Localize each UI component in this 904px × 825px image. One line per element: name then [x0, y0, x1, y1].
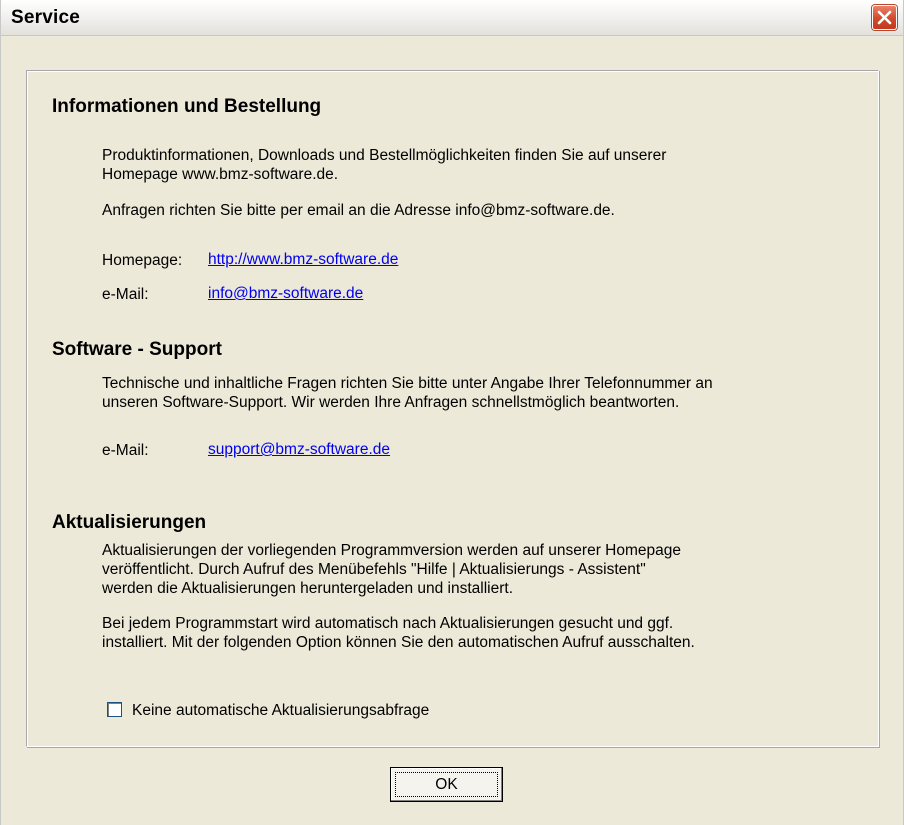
info-text-line3: Anfragen richten Sie bitte per email an …: [102, 202, 615, 219]
info-text-line2: Homepage www.bmz-software.de.: [102, 166, 339, 183]
close-button[interactable]: [872, 5, 897, 30]
service-dialog: Service Informationen und Bestellung Pro…: [0, 0, 904, 825]
ok-button-label: OK: [435, 776, 458, 793]
updates-text-line5: installiert. Mit der folgenden Option kö…: [102, 634, 695, 651]
support-text-line2: unseren Software-Support. Wir werden Ihr…: [102, 394, 680, 411]
updates-heading: Aktualisierungen: [52, 512, 207, 533]
support-text-line1: Technische und inhaltliche Fragen richte…: [102, 375, 713, 392]
updates-text-line4: Bei jedem Programmstart wird automatisch…: [102, 615, 674, 632]
updates-text-line1: Aktualisierungen der vorliegenden Progra…: [102, 542, 681, 559]
homepage-label: Homepage:: [102, 252, 183, 269]
ok-button[interactable]: OK: [390, 767, 503, 802]
info-email-link[interactable]: info@bmz-software.de: [208, 285, 363, 303]
auto-update-checkbox[interactable]: [107, 702, 122, 717]
info-heading: Informationen und Bestellung: [52, 96, 322, 117]
updates-text-line2: veröffentlicht. Durch Aufruf des Menübef…: [102, 561, 646, 578]
support-email-label: e-Mail:: [102, 442, 149, 459]
support-email-link[interactable]: support@bmz-software.de: [208, 441, 390, 459]
auto-update-checkbox-label[interactable]: Keine automatische Aktualisierungsabfrag…: [132, 701, 429, 720]
support-heading: Software - Support: [52, 339, 222, 360]
info-text-line1: Produktinformationen, Downloads und Best…: [102, 147, 667, 164]
updates-text-line3: werden die Aktualisierungen heruntergela…: [102, 580, 514, 597]
close-icon: [877, 10, 892, 25]
homepage-link[interactable]: http://www.bmz-software.de: [208, 251, 398, 269]
window-title: Service: [11, 7, 81, 28]
title-bar[interactable]: Service: [1, 0, 903, 36]
info-email-label: e-Mail:: [102, 286, 149, 303]
